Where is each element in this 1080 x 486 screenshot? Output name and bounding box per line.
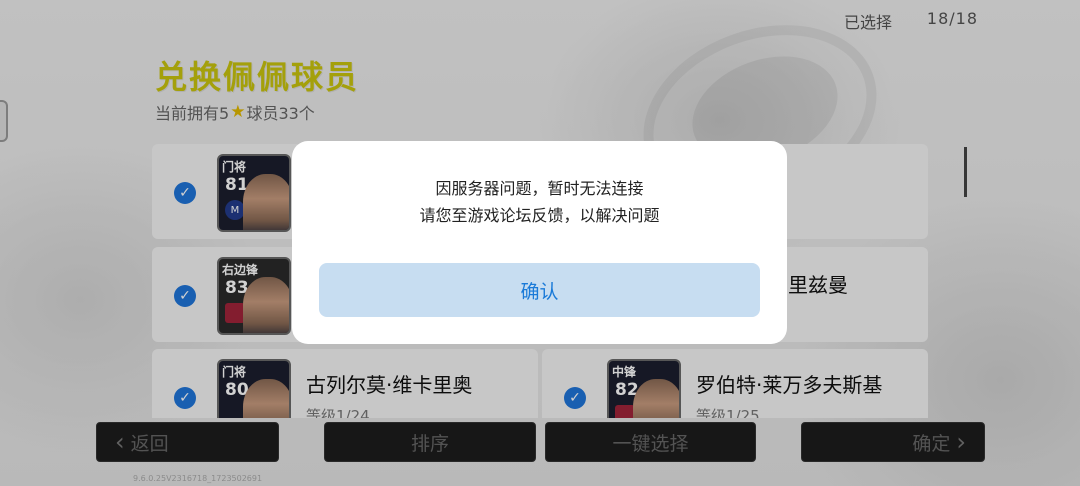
dialog-confirm-label: 确认 xyxy=(520,280,559,303)
error-dialog: 因服务器问题，暂时无法连接 请您至游戏论坛反馈，以解决问题 确认 xyxy=(292,141,787,344)
dialog-confirm-button[interactable]: 确认 xyxy=(319,263,760,317)
dialog-message-line1: 因服务器问题，暂时无法连接 xyxy=(435,179,644,198)
dialog-message-line2: 请您至游戏论坛反馈，以解决问题 xyxy=(419,206,660,225)
